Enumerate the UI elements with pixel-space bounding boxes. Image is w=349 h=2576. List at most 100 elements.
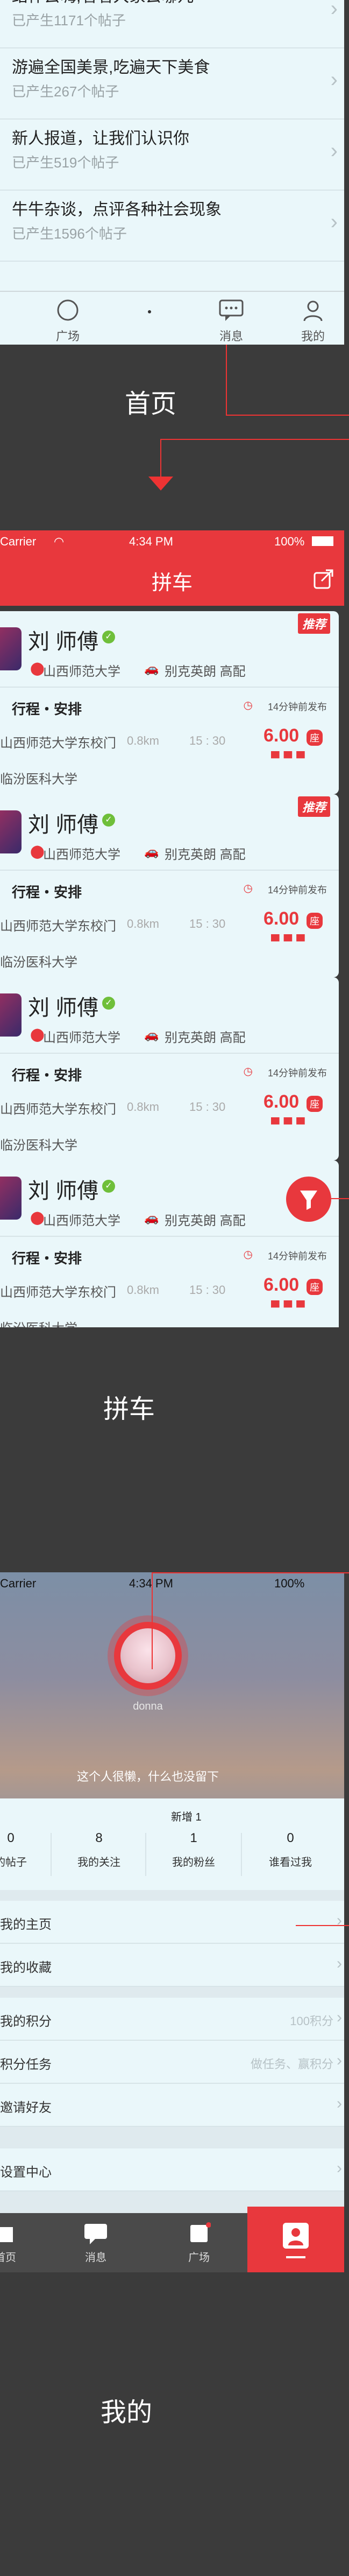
stat-visitors[interactable]: 0 谁看过我 — [258, 1831, 323, 1869]
spacer — [0, 1987, 344, 1998]
forum-screen: 结伴去嗨,看看大家去哪儿 已产生1171个帖子 › 游遍全国美景,吃遍天下美食 … — [0, 0, 344, 345]
forum-count: 已产生1171个帖子 — [12, 12, 126, 29]
origin: 山西师范大学东校门 — [0, 919, 116, 934]
ride-card[interactable]: 刘 师傅 ✓ ⬤ 山西师范大学 🚗 别克英朗 高配 行程・安排 ◷ 14分钟前发布 山西师范大学东… — [0, 977, 339, 1160]
chevron-right-icon: › — [337, 1955, 342, 1972]
list-item[interactable]: 牛牛杂谈，点评各种社会现象 已产生1596个帖子 › — [0, 192, 344, 262]
destination: 临汾医科大学 — [0, 1138, 77, 1153]
stat-value: 0 — [7, 1831, 15, 1845]
tab-messages[interactable]: 消息 — [199, 298, 263, 344]
stat-fans[interactable]: 1 我的粉丝 — [161, 1831, 226, 1869]
section-caption: 拼车 — [103, 1395, 155, 1424]
forum-title: 新人报道，让我们认识你 — [12, 130, 189, 148]
tab-label: 广场 — [55, 330, 80, 343]
tab-square[interactable]: 广场 — [35, 298, 100, 344]
list-item[interactable]: 新人报道，让我们认识你 已产生519个帖子 › — [0, 121, 344, 191]
avatar — [0, 1177, 22, 1220]
location-pin-icon: ⬤ — [30, 1027, 45, 1042]
ride-card[interactable]: 刘 师傅 ✓ ⬤ 山西师范大学 🚗 别克英朗 高配 推荐 行程・安排 ◷ 14分钟前发布 山西师范大… — [0, 794, 339, 977]
avatar[interactable] — [120, 1628, 175, 1683]
verified-icon: ✓ — [102, 997, 115, 1010]
menu-label: 积分任务 — [0, 2057, 52, 2072]
menu-value: 做任务、赢积分 — [250, 2057, 333, 2071]
tab-messages[interactable]: 消息 — [69, 2222, 123, 2264]
list-item[interactable]: 游遍全国美景,吃遍天下美食 已产生267个帖子 › — [0, 50, 344, 120]
stat-label: 我的粉丝 — [172, 1857, 215, 1868]
distance: 0.8km — [127, 917, 159, 930]
chevron-right-icon: › — [337, 2008, 342, 2026]
verified-icon: ✓ — [102, 1180, 115, 1193]
stat-label: 谁看过我 — [269, 1857, 312, 1868]
trip-heading: 行程・安排 — [12, 1250, 82, 1266]
tab-me[interactable] — [247, 2207, 344, 2272]
stat-label: 我的关注 — [77, 1857, 120, 1868]
battery-icon — [312, 536, 333, 546]
signature: 这个人很懒，什么也没留下 — [76, 1770, 219, 1783]
section-caption: 我的 — [100, 2398, 152, 2427]
chevron-right-icon: › — [330, 139, 338, 163]
ride-card[interactable]: 刘 师傅 ✓ ⬤ 山西师范大学 🚗 别克英朗 高配 推荐 行程・安排 ◷ 14分钟前发布 山西师范大… — [0, 611, 339, 794]
tab-me[interactable]: 我的 — [281, 298, 344, 344]
spacer — [0, 2127, 344, 2148]
profile-header: Carrier 4:34 PM 100% donna 这个人很懒，什么也没留下 — [0, 1572, 344, 1836]
chevron-right-icon: › — [330, 68, 338, 92]
menu-label: 邀请好友 — [0, 2101, 52, 2115]
clock-icon: ◷ — [243, 1249, 253, 1261]
clock-label: 4:34 PM — [129, 1577, 173, 1590]
connector-line — [331, 1198, 349, 1199]
location-pin-icon: ⬤ — [30, 844, 45, 859]
depart-time: 15 : 30 — [189, 917, 226, 930]
tab-home[interactable]: 首页 — [0, 2222, 32, 2264]
distance: 0.8km — [127, 734, 159, 747]
avatar — [0, 993, 22, 1037]
menu-invite[interactable]: 邀请好友 › — [0, 2084, 344, 2127]
car-model: 别克英朗 高配 — [165, 1214, 246, 1228]
forum-count: 已产生267个帖子 — [12, 83, 119, 100]
tab-label: 消息 — [219, 330, 243, 343]
divider — [51, 1833, 52, 1876]
price-unit: 座 — [307, 1279, 323, 1295]
driver-name: 刘 师傅 — [28, 1179, 99, 1203]
menu-points[interactable]: 我的积分 100积分 › — [0, 1998, 344, 2041]
filter-button[interactable] — [286, 1177, 331, 1222]
connector-line — [152, 1572, 153, 1669]
compass-icon — [57, 299, 79, 321]
location-pin-icon: ⬤ — [30, 661, 45, 676]
share-icon[interactable] — [313, 568, 334, 590]
clock-icon: ◷ — [243, 699, 253, 711]
tab-label: 广场 — [188, 2252, 210, 2264]
menu-tasks[interactable]: 积分任务 做任务、赢积分 › — [0, 2041, 344, 2084]
stat-following[interactable]: 8 我的关注 — [67, 1831, 131, 1869]
profile-section: Carrier 4:34 PM 100% donna 这个人很懒，什么也没留下 … — [0, 1572, 349, 2576]
avatar — [0, 627, 22, 670]
seat-icons: ▀▀▀ — [271, 934, 309, 948]
origin: 山西师范大学东校门 — [0, 1285, 116, 1300]
forum-section: 结伴去嗨,看看大家去哪儿 已产生1171个帖子 › 游遍全国美景,吃遍天下美食 … — [0, 0, 349, 345]
forum-title: 牛牛杂谈，点评各种社会现象 — [12, 201, 222, 219]
stat-posts[interactable]: 0 的帖子 — [0, 1831, 43, 1869]
menu-homepage[interactable]: 我的主页 › — [0, 1901, 344, 1944]
location-pin-icon: ⬤ — [30, 1210, 45, 1225]
clock-label: 4:34 PM — [129, 535, 173, 548]
menu-settings[interactable]: 设置中心 › — [0, 2148, 344, 2192]
price-unit: 座 — [307, 1096, 323, 1112]
publish-time: 14分钟前发布 — [267, 885, 327, 895]
section-caption: 首页 — [124, 390, 176, 418]
menu-favorites[interactable]: 我的收藏 › — [0, 1944, 344, 1987]
wifi-icon: ◠ — [54, 535, 65, 548]
car-model: 别克英朗 高配 — [165, 664, 246, 679]
divider — [0, 1236, 339, 1237]
username: donna — [133, 1700, 163, 1712]
user-icon — [283, 2223, 309, 2249]
forum-count: 已产生519个帖子 — [12, 155, 119, 171]
menu-label: 设置中心 — [0, 2165, 52, 2180]
tab-label: 我的 — [301, 330, 325, 343]
tab-bar: 首页 消息 广场 — [0, 2207, 344, 2272]
arrow-down-icon — [148, 477, 173, 491]
tab-square[interactable]: 广场 — [172, 2222, 226, 2264]
verified-icon: ✓ — [102, 814, 115, 827]
menu-label: 我的收藏 — [0, 1961, 52, 1975]
list-item[interactable]: 结伴去嗨,看看大家去哪儿 已产生1171个帖子 › — [0, 0, 344, 48]
square-icon — [190, 2222, 211, 2242]
divider — [145, 1833, 146, 1876]
